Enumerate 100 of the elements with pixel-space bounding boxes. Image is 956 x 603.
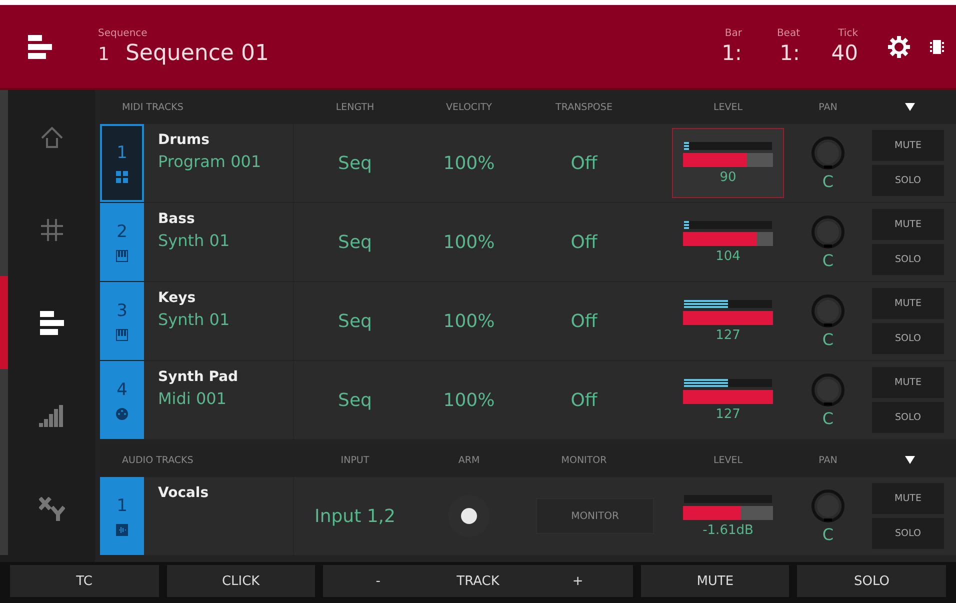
bottom-button[interactable]: MUTE xyxy=(640,565,790,597)
input-value[interactable]: Input 1,2 xyxy=(294,477,416,555)
track-name: Drums xyxy=(158,132,210,148)
level-value: 104 xyxy=(716,248,740,264)
length-value[interactable]: Seq xyxy=(294,124,416,202)
chip-icon xyxy=(930,38,944,54)
track-toggle-button[interactable]: SOLO xyxy=(872,323,944,354)
column-header: AUDIO TRACKS xyxy=(121,454,194,466)
velocity-value[interactable]: 100% xyxy=(416,203,522,281)
transpose-value[interactable]: Off xyxy=(522,282,646,360)
bottom-button[interactable]: TC xyxy=(10,565,159,597)
signal-bars-icon xyxy=(38,404,64,426)
column-header: ARM xyxy=(457,454,481,466)
pan-value: C xyxy=(822,524,834,544)
pan-value: C xyxy=(822,408,834,428)
transpose-value[interactable]: Off xyxy=(522,361,646,439)
pan-knob[interactable] xyxy=(811,294,845,328)
plus-button[interactable]: + xyxy=(522,565,633,597)
position-value[interactable]: 40 xyxy=(831,41,858,65)
level-value: -1.61dB xyxy=(702,522,754,538)
position-label: Beat xyxy=(776,28,800,41)
position-label: Tick xyxy=(838,28,858,41)
track-toggle-button[interactable]: MUTE xyxy=(872,288,944,319)
level-fader[interactable] xyxy=(683,232,773,246)
pan-value: C xyxy=(822,250,834,270)
position-value[interactable]: 1: xyxy=(722,41,742,65)
program-name[interactable]: Synth 01 xyxy=(158,231,293,250)
column-header: INPUT xyxy=(340,454,370,466)
track-toggle-button[interactable]: SOLO xyxy=(872,402,944,433)
pan-knob[interactable] xyxy=(811,488,845,522)
midi-port-icon xyxy=(116,408,128,420)
minus-button[interactable]: - xyxy=(323,565,434,597)
track-name: Vocals xyxy=(158,485,210,501)
track-number-tab[interactable]: 4 xyxy=(100,361,144,439)
track-number-tab[interactable]: 2 xyxy=(100,203,144,281)
keyboard-icon xyxy=(116,250,128,262)
pan-knob[interactable] xyxy=(811,372,845,406)
column-header: MIDI TRACKS xyxy=(121,102,184,112)
level-fader[interactable] xyxy=(683,152,773,166)
settings-icon[interactable] xyxy=(888,36,910,58)
xy-icon xyxy=(38,496,64,520)
transpose-value[interactable]: Off xyxy=(522,124,646,202)
velocity-value[interactable]: 100% xyxy=(416,124,522,202)
level-value: 127 xyxy=(716,328,740,342)
level-fader[interactable] xyxy=(683,310,773,324)
track-toggle-button[interactable]: MUTE xyxy=(872,209,944,240)
sequencer-icon xyxy=(40,310,64,334)
column-header: LEVEL xyxy=(712,102,744,112)
length-value[interactable]: Seq xyxy=(294,203,416,281)
column-header: LEVEL xyxy=(712,454,744,466)
keyboard-icon xyxy=(116,329,128,341)
sequence-number: 1 xyxy=(98,44,110,64)
monitor-button[interactable]: MONITOR xyxy=(536,498,654,534)
transpose-value[interactable]: Off xyxy=(522,203,646,281)
level-value: 90 xyxy=(720,170,736,184)
position-value[interactable]: 1: xyxy=(780,41,800,65)
waveform-icon xyxy=(116,524,128,536)
pan-value: C xyxy=(822,330,834,348)
track-toggle-button[interactable]: SOLO xyxy=(872,244,944,275)
stepper-label: TRACK xyxy=(456,574,500,588)
track-stepper[interactable]: - TRACK + xyxy=(323,565,633,597)
track-toggle-button[interactable]: SOLO xyxy=(872,518,944,549)
dropdown-triangle-icon[interactable] xyxy=(905,456,915,464)
track-toggle-button[interactable]: MUTE xyxy=(872,130,944,161)
dropdown-triangle-icon[interactable] xyxy=(905,103,915,111)
sequence-name[interactable]: Sequence 01 xyxy=(125,40,269,66)
track-number-tab[interactable]: 1 xyxy=(100,477,144,555)
track-toggle-button[interactable]: MUTE xyxy=(872,483,944,514)
column-header: LENGTH xyxy=(334,102,376,112)
drum-pads-icon xyxy=(116,171,128,183)
program-name[interactable]: Midi 001 xyxy=(158,389,293,408)
level-value: 127 xyxy=(716,406,740,422)
position-label: Bar xyxy=(724,28,742,41)
pan-knob[interactable] xyxy=(811,136,845,170)
level-fader[interactable] xyxy=(683,390,773,404)
track-number-tab[interactable]: 1 xyxy=(100,124,144,202)
pan-value: C xyxy=(822,172,834,190)
velocity-value[interactable]: 100% xyxy=(416,361,522,439)
column-header: PAN xyxy=(818,102,838,112)
track-name: Keys xyxy=(158,290,197,306)
track-toggle-button[interactable]: SOLO xyxy=(872,165,944,196)
velocity-value[interactable]: 100% xyxy=(416,282,522,360)
length-value[interactable]: Seq xyxy=(294,282,416,360)
column-header: MONITOR xyxy=(560,454,608,466)
pan-knob[interactable] xyxy=(811,214,845,248)
track-name: Synth Pad xyxy=(158,369,240,385)
column-header: VELOCITY xyxy=(445,102,493,112)
track-number-tab[interactable]: 3 xyxy=(100,282,144,360)
track-toggle-button[interactable]: MUTE xyxy=(872,367,944,398)
level-fader[interactable] xyxy=(683,506,773,520)
program-name[interactable]: Program 001 xyxy=(158,152,293,171)
length-value[interactable]: Seq xyxy=(294,361,416,439)
program-name[interactable]: Synth 01 xyxy=(158,310,293,329)
bottom-button[interactable]: CLICK xyxy=(166,565,316,597)
bottom-button[interactable]: SOLO xyxy=(797,565,946,597)
track-name: Bass xyxy=(158,211,196,227)
column-header: TRANSPOSE xyxy=(554,102,614,112)
column-header: PAN xyxy=(818,454,838,466)
sequence-label: Sequence xyxy=(98,28,148,40)
level-control[interactable]: 90 xyxy=(672,128,784,198)
